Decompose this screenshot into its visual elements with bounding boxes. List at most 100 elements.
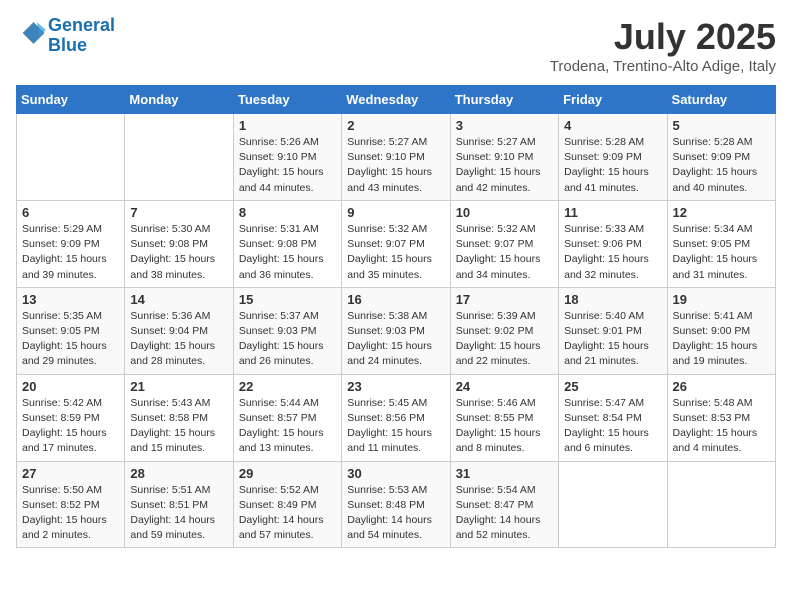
day-info: Sunrise: 5:29 AM Sunset: 9:09 PM Dayligh…	[22, 222, 119, 283]
day-number: 5	[673, 118, 770, 133]
day-info: Sunrise: 5:40 AM Sunset: 9:01 PM Dayligh…	[564, 309, 661, 370]
calendar-cell: 22 Sunrise: 5:44 AM Sunset: 8:57 PM Dayli…	[233, 374, 341, 461]
month-title: July 2025	[550, 16, 776, 58]
day-info: Sunrise: 5:45 AM Sunset: 8:56 PM Dayligh…	[347, 396, 444, 457]
calendar-cell: 28Sunrise: 5:51 AM Sunset: 8:51 PM Dayli…	[125, 461, 233, 548]
day-number: 27	[22, 466, 119, 481]
calendar-cell: 15 Sunrise: 5:37 AM Sunset: 9:03 PM Dayli…	[233, 287, 341, 374]
calendar-cell: 21Sunrise: 5:43 AM Sunset: 8:58 PM Dayli…	[125, 374, 233, 461]
day-number: 17	[456, 292, 553, 307]
day-info: Sunrise: 5:35 AM Sunset: 9:05 PM Dayligh…	[22, 309, 119, 370]
day-number: 21	[130, 379, 227, 394]
day-info: Sunrise: 5:27 AM Sunset: 9:10 PM Dayligh…	[347, 135, 444, 196]
calendar-cell: 5 Sunrise: 5:28 AM Sunset: 9:09 PM Daylig…	[667, 114, 775, 201]
day-number: 29	[239, 466, 336, 481]
day-info: Sunrise: 5:44 AM Sunset: 8:57 PM Dayligh…	[239, 396, 336, 457]
calendar-cell: 25 Sunrise: 5:47 AM Sunset: 8:54 PM Dayli…	[559, 374, 667, 461]
day-info: Sunrise: 5:37 AM Sunset: 9:03 PM Dayligh…	[239, 309, 336, 370]
calendar-cell: 7Sunrise: 5:30 AM Sunset: 9:08 PM Daylig…	[125, 200, 233, 287]
calendar-week-2: 13 Sunrise: 5:35 AM Sunset: 9:05 PM Dayli…	[17, 287, 776, 374]
day-number: 31	[456, 466, 553, 481]
calendar-cell: 18 Sunrise: 5:40 AM Sunset: 9:01 PM Dayli…	[559, 287, 667, 374]
day-info: Sunrise: 5:53 AM Sunset: 8:48 PM Dayligh…	[347, 483, 444, 544]
day-info: Sunrise: 5:32 AM Sunset: 9:07 PM Dayligh…	[347, 222, 444, 283]
day-number: 24	[456, 379, 553, 394]
day-number: 9	[347, 205, 444, 220]
day-number: 8	[239, 205, 336, 220]
calendar-cell: 1 Sunrise: 5:26 AM Sunset: 9:10 PM Daylig…	[233, 114, 341, 201]
calendar-cell: 6 Sunrise: 5:29 AM Sunset: 9:09 PM Daylig…	[17, 200, 125, 287]
logo: General Blue	[16, 16, 115, 56]
header-saturday: Saturday	[667, 86, 775, 114]
calendar-cell: 26 Sunrise: 5:48 AM Sunset: 8:53 PM Dayli…	[667, 374, 775, 461]
calendar-cell: 27 Sunrise: 5:50 AM Sunset: 8:52 PM Dayli…	[17, 461, 125, 548]
day-number: 4	[564, 118, 661, 133]
day-number: 6	[22, 205, 119, 220]
calendar-cell: 16 Sunrise: 5:38 AM Sunset: 9:03 PM Dayli…	[342, 287, 450, 374]
calendar-cell: 10Sunrise: 5:32 AM Sunset: 9:07 PM Dayli…	[450, 200, 558, 287]
calendar-cell: 20Sunrise: 5:42 AM Sunset: 8:59 PM Dayli…	[17, 374, 125, 461]
day-info: Sunrise: 5:54 AM Sunset: 8:47 PM Dayligh…	[456, 483, 553, 544]
calendar-cell	[667, 461, 775, 548]
day-number: 19	[673, 292, 770, 307]
day-number: 7	[130, 205, 227, 220]
logo-text-line2: Blue	[48, 36, 115, 56]
day-number: 25	[564, 379, 661, 394]
day-number: 16	[347, 292, 444, 307]
day-info: Sunrise: 5:36 AM Sunset: 9:04 PM Dayligh…	[130, 309, 227, 370]
calendar-week-3: 20Sunrise: 5:42 AM Sunset: 8:59 PM Dayli…	[17, 374, 776, 461]
header-friday: Friday	[559, 86, 667, 114]
day-info: Sunrise: 5:41 AM Sunset: 9:00 PM Dayligh…	[673, 309, 770, 370]
calendar-cell: 12Sunrise: 5:34 AM Sunset: 9:05 PM Dayli…	[667, 200, 775, 287]
calendar-cell: 30 Sunrise: 5:53 AM Sunset: 8:48 PM Dayli…	[342, 461, 450, 548]
calendar-cell: 8 Sunrise: 5:31 AM Sunset: 9:08 PM Daylig…	[233, 200, 341, 287]
day-info: Sunrise: 5:33 AM Sunset: 9:06 PM Dayligh…	[564, 222, 661, 283]
day-number: 28	[130, 466, 227, 481]
page-header: General Blue July 2025 Trodena, Trentino…	[16, 16, 776, 75]
day-info: Sunrise: 5:39 AM Sunset: 9:02 PM Dayligh…	[456, 309, 553, 370]
day-number: 15	[239, 292, 336, 307]
day-info: Sunrise: 5:27 AM Sunset: 9:10 PM Dayligh…	[456, 135, 553, 196]
day-number: 20	[22, 379, 119, 394]
header-row: Sunday Monday Tuesday Wednesday Thursday…	[17, 86, 776, 114]
title-block: July 2025 Trodena, Trentino-Alto Adige, …	[550, 16, 776, 75]
day-info: Sunrise: 5:48 AM Sunset: 8:53 PM Dayligh…	[673, 396, 770, 457]
day-info: Sunrise: 5:52 AM Sunset: 8:49 PM Dayligh…	[239, 483, 336, 544]
calendar-cell: 3 Sunrise: 5:27 AM Sunset: 9:10 PM Daylig…	[450, 114, 558, 201]
header-wednesday: Wednesday	[342, 86, 450, 114]
header-thursday: Thursday	[450, 86, 558, 114]
calendar-cell: 4Sunrise: 5:28 AM Sunset: 9:09 PM Daylig…	[559, 114, 667, 201]
day-number: 1	[239, 118, 336, 133]
day-number: 10	[456, 205, 553, 220]
calendar-week-0: 1 Sunrise: 5:26 AM Sunset: 9:10 PM Daylig…	[17, 114, 776, 201]
calendar-table: Sunday Monday Tuesday Wednesday Thursday…	[16, 85, 776, 548]
calendar-cell	[17, 114, 125, 201]
day-info: Sunrise: 5:28 AM Sunset: 9:09 PM Dayligh…	[673, 135, 770, 196]
header-tuesday: Tuesday	[233, 86, 341, 114]
day-number: 30	[347, 466, 444, 481]
day-number: 14	[130, 292, 227, 307]
calendar-cell: 19 Sunrise: 5:41 AM Sunset: 9:00 PM Dayli…	[667, 287, 775, 374]
day-info: Sunrise: 5:47 AM Sunset: 8:54 PM Dayligh…	[564, 396, 661, 457]
calendar-header: Sunday Monday Tuesday Wednesday Thursday…	[17, 86, 776, 114]
calendar-cell: 9 Sunrise: 5:32 AM Sunset: 9:07 PM Daylig…	[342, 200, 450, 287]
calendar-cell: 17 Sunrise: 5:39 AM Sunset: 9:02 PM Dayli…	[450, 287, 558, 374]
day-number: 22	[239, 379, 336, 394]
day-info: Sunrise: 5:31 AM Sunset: 9:08 PM Dayligh…	[239, 222, 336, 283]
header-sunday: Sunday	[17, 86, 125, 114]
day-number: 23	[347, 379, 444, 394]
day-number: 26	[673, 379, 770, 394]
day-info: Sunrise: 5:50 AM Sunset: 8:52 PM Dayligh…	[22, 483, 119, 544]
location: Trodena, Trentino-Alto Adige, Italy	[550, 58, 776, 75]
calendar-week-1: 6 Sunrise: 5:29 AM Sunset: 9:09 PM Daylig…	[17, 200, 776, 287]
day-number: 3	[456, 118, 553, 133]
calendar-cell	[125, 114, 233, 201]
day-number: 13	[22, 292, 119, 307]
day-number: 18	[564, 292, 661, 307]
day-info: Sunrise: 5:46 AM Sunset: 8:55 PM Dayligh…	[456, 396, 553, 457]
day-info: Sunrise: 5:26 AM Sunset: 9:10 PM Dayligh…	[239, 135, 336, 196]
calendar-cell: 14 Sunrise: 5:36 AM Sunset: 9:04 PM Dayli…	[125, 287, 233, 374]
day-info: Sunrise: 5:38 AM Sunset: 9:03 PM Dayligh…	[347, 309, 444, 370]
logo-text-line1: General	[48, 16, 115, 36]
logo-icon	[18, 19, 46, 47]
